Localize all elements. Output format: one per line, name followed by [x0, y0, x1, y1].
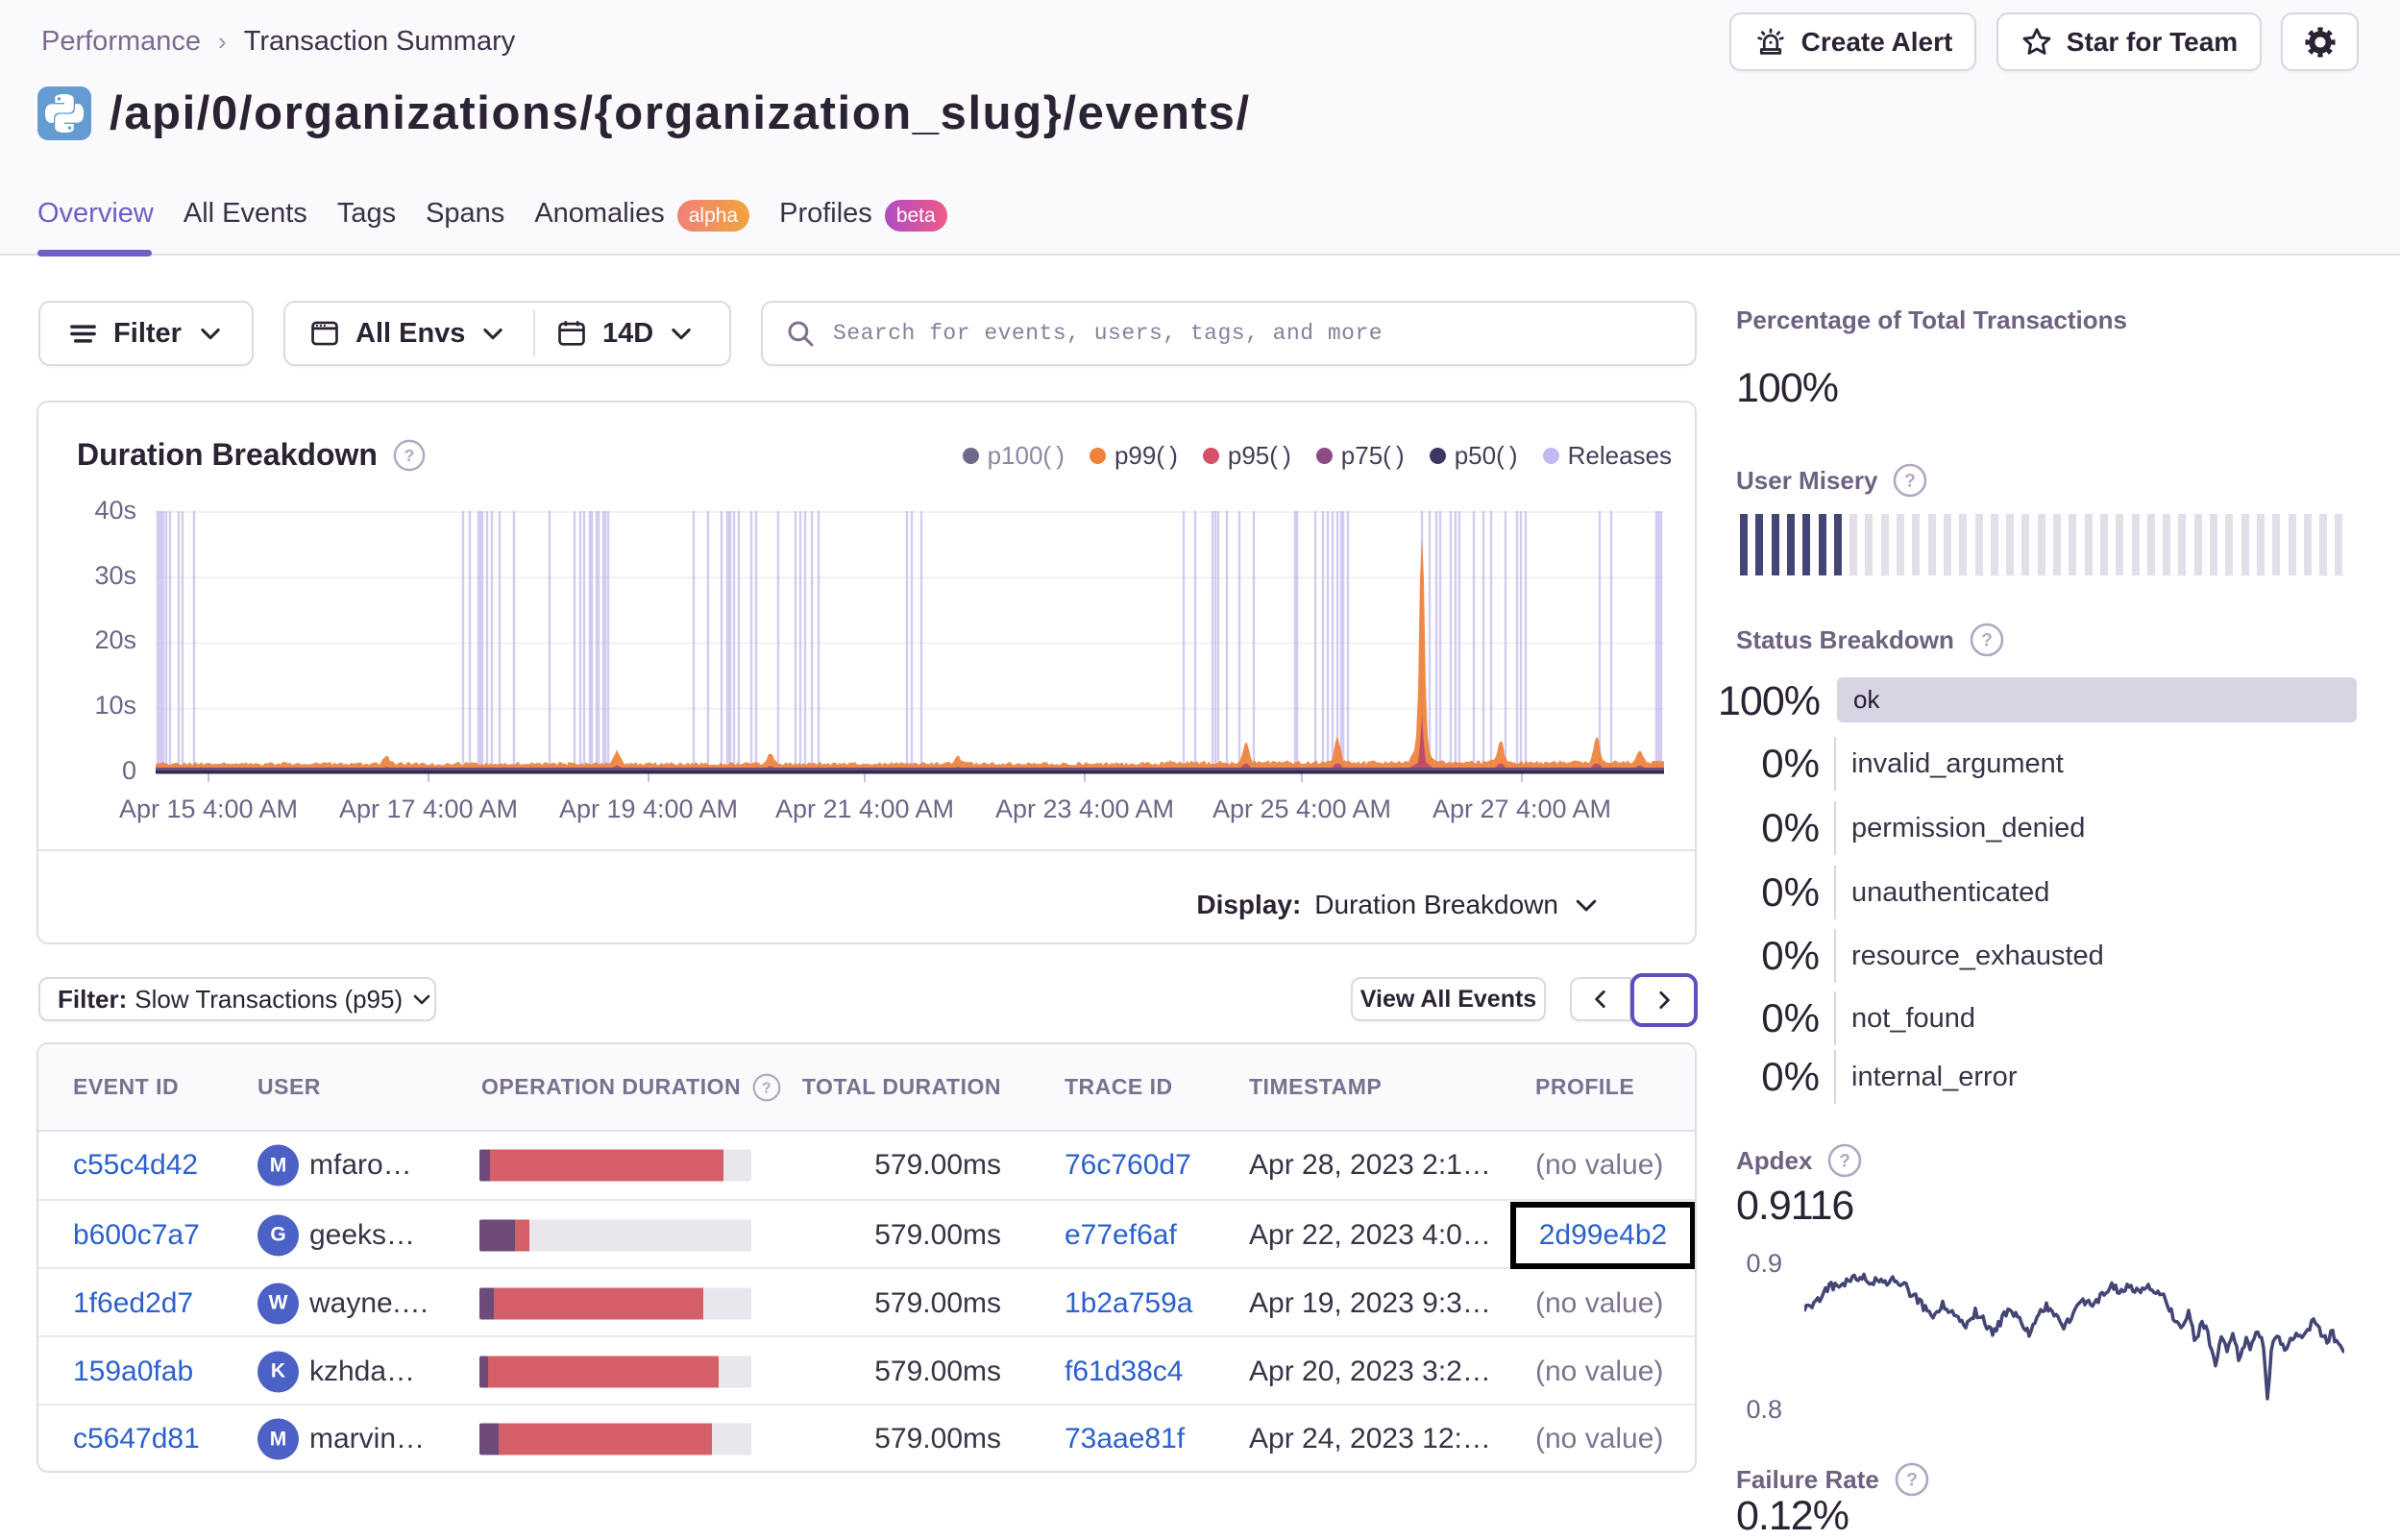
svg-text:?: ?	[1981, 631, 1993, 651]
svg-text:?: ?	[1906, 1471, 1918, 1491]
svg-text:?: ?	[404, 446, 414, 465]
svg-text:?: ?	[1840, 1152, 1851, 1172]
svg-text:?: ?	[1905, 472, 1917, 492]
